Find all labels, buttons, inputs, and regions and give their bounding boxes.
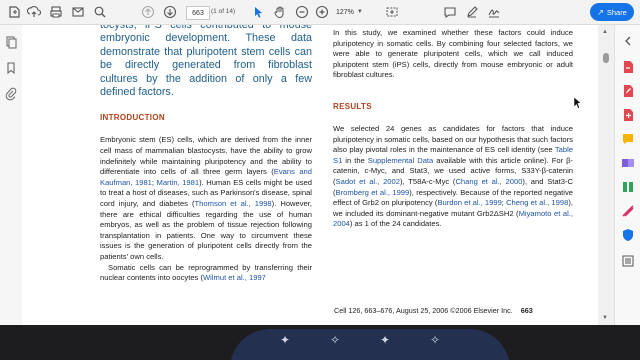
summary-text: tocysts, iPS cells contributed to mouse … [100, 25, 312, 99]
scroll-down-arrow[interactable]: ▼ [602, 315, 608, 321]
mouse-cursor-icon [573, 96, 583, 115]
export-pdf-icon[interactable] [621, 60, 635, 74]
create-pdf-icon[interactable] [621, 108, 635, 122]
zoom-in-icon[interactable] [314, 4, 330, 20]
email-icon[interactable] [70, 4, 86, 20]
share-button[interactable]: ↗ Share [590, 3, 634, 21]
attachment-icon[interactable] [4, 87, 18, 101]
scroll-thumb[interactable] [603, 53, 609, 63]
print-icon[interactable] [48, 4, 64, 20]
comment-tool-icon[interactable] [621, 132, 635, 146]
page-up-icon[interactable] [140, 4, 156, 20]
create-icon[interactable] [6, 4, 22, 20]
redact-icon[interactable] [621, 204, 635, 218]
share-label: Share [606, 7, 627, 17]
zoom-out-icon[interactable] [294, 4, 310, 20]
bookmark-icon[interactable] [4, 61, 18, 75]
results-heading: RESULTS [333, 101, 372, 111]
citation-link[interactable]: Burdon et al., 1999 [437, 198, 501, 207]
pdf-page: tocysts, iPS cells contributed to mouse … [22, 25, 598, 325]
text-run: We selected 24 genes as candidates for f… [333, 123, 573, 155]
share-icon: ↗ [597, 7, 604, 17]
pages-icon[interactable] [4, 35, 18, 49]
upload-icon[interactable] [26, 4, 42, 20]
more-tools-icon[interactable] [621, 254, 635, 268]
citation-link[interactable]: Thomson et al., 1998 [195, 199, 272, 208]
presenter-shirt [230, 329, 510, 360]
protect-icon[interactable] [621, 228, 635, 242]
left-column: tocysts, iPS cells contributed to mouse … [100, 25, 312, 284]
citation-link[interactable]: Wilmut et al., 1997 [203, 273, 266, 282]
right-column: In this study, we examined whether these… [333, 25, 573, 230]
supplemental-link[interactable]: Supplemental Data [368, 156, 433, 165]
right-tools-rail [614, 25, 640, 325]
cursor-icon[interactable] [250, 4, 266, 20]
text-run: ), T58A-c-Myc ( [399, 176, 456, 186]
zoom-value: 127% [336, 8, 354, 16]
select-icon[interactable] [384, 4, 400, 20]
introduction-heading: INTRODUCTION [100, 113, 165, 123]
citation-link[interactable]: Sadot et al., 2002 [336, 177, 400, 186]
scroll-up-arrow[interactable]: ▲ [602, 29, 608, 35]
citation-link[interactable]: Cheng et al., 1998 [506, 198, 568, 207]
page-count: (1 of 14) [211, 8, 236, 15]
top-toolbar: 663 (1 of 14) 127% ▼ ↗ Share [0, 0, 640, 25]
text-run: in the [342, 155, 368, 165]
results-paragraph: We selected 24 genes as candidates for f… [333, 124, 573, 230]
hand-icon[interactable] [272, 4, 288, 20]
organize-icon[interactable] [621, 180, 635, 194]
comment-icon[interactable] [442, 4, 458, 20]
shirt-print-icon: ✧ [430, 333, 441, 347]
vertical-scrollbar[interactable]: ▲ ▼ [598, 25, 614, 325]
footer-citation: Cell 126, 663–676, August 25, 2006 ©2006… [334, 306, 513, 315]
pen-icon[interactable] [464, 4, 480, 20]
text-run: ) as 1 of the 24 candidates. [349, 219, 442, 229]
text-run: ). However, there are ethical difficulti… [100, 199, 313, 261]
webcam-overlay: ✦ ✧ ✦ ✧ [0, 325, 640, 360]
zoom-select[interactable]: 127% ▼ [336, 6, 380, 18]
left-navigation-rail [0, 25, 23, 325]
expand-icon[interactable] [621, 34, 635, 48]
introduction-paragraph-2: Somatic cells can be reprogrammed by tra… [100, 263, 312, 284]
shirt-print-icon: ✦ [380, 333, 391, 347]
search-icon[interactable] [92, 4, 108, 20]
zoom-dropdown-icon: ▼ [356, 9, 363, 15]
study-paragraph: In this study, we examined whether these… [333, 28, 573, 80]
citation-link[interactable]: Bromberg et al., 1999 [336, 188, 410, 197]
footer-page-number: 663 [520, 306, 533, 315]
shirt-print-icon: ✧ [330, 333, 341, 347]
sign-icon[interactable] [486, 4, 502, 20]
introduction-paragraph: Embryonic stem (ES) cells, which are der… [100, 135, 312, 262]
combine-icon[interactable] [621, 156, 635, 170]
page-number-input[interactable]: 663 [186, 6, 210, 20]
edit-pdf-icon[interactable] [621, 84, 635, 98]
page-footer: Cell 126, 663–676, August 25, 2006 ©2006… [334, 306, 533, 315]
page-down-icon[interactable] [162, 4, 178, 20]
citation-link[interactable]: Martin, 1981 [157, 178, 200, 187]
citation-link[interactable]: Chang et al., 2000 [455, 177, 522, 186]
shirt-print-icon: ✦ [280, 333, 291, 347]
